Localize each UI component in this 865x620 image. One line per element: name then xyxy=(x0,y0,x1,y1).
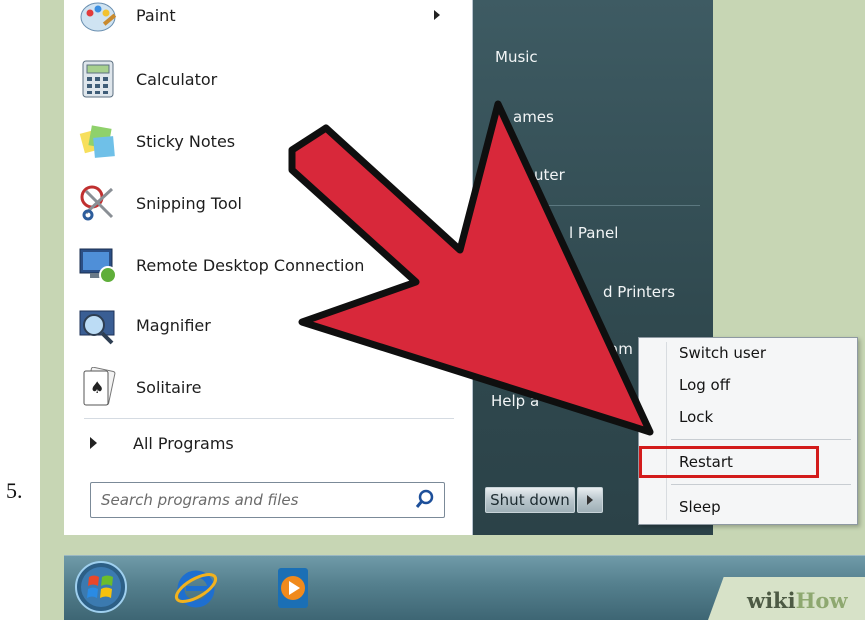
calculator-icon xyxy=(78,59,118,99)
divider xyxy=(671,484,851,485)
place-item-help[interactable]: Help a xyxy=(491,392,539,410)
snipping-tool-icon xyxy=(78,183,118,223)
program-item-remote-desktop[interactable]: Remote Desktop Connection xyxy=(78,236,458,294)
shutdown-button[interactable]: Shut down xyxy=(485,487,575,513)
program-item-sticky-notes[interactable]: Sticky Notes xyxy=(78,112,458,170)
place-item-music[interactable]: Music xyxy=(495,48,538,66)
program-label: Calculator xyxy=(136,69,218,89)
place-item-default-programs[interactable]: am xyxy=(609,340,633,358)
place-item-computer[interactable]: nputer xyxy=(515,166,565,184)
program-item-magnifier[interactable]: Magnifier xyxy=(78,296,458,354)
screenshot-frame: Paint Calculator Sticky Notes Snipping T… xyxy=(40,0,865,620)
divider xyxy=(485,205,700,206)
program-label: Remote Desktop Connection xyxy=(136,255,365,275)
chevron-right-icon xyxy=(434,10,440,20)
program-item-snipping-tool[interactable]: Snipping Tool xyxy=(78,174,458,232)
menu-item-lock[interactable]: Lock xyxy=(679,408,713,426)
program-item-solitaire[interactable]: ♠ Solitaire xyxy=(78,358,458,416)
menu-item-switch-user[interactable]: Switch user xyxy=(679,344,766,362)
wikihow-watermark: wikiHow xyxy=(747,588,848,613)
divider xyxy=(84,418,454,419)
menu-item-log-off[interactable]: Log off xyxy=(679,376,730,394)
menu-item-sleep[interactable]: Sleep xyxy=(679,498,721,516)
step-number: 5. xyxy=(6,478,23,503)
search-icon[interactable] xyxy=(412,487,438,513)
internet-explorer-icon[interactable] xyxy=(172,564,220,612)
solitaire-icon: ♠ xyxy=(78,366,118,407)
divider xyxy=(671,439,851,440)
windows-media-player-icon[interactable] xyxy=(272,566,314,610)
menu-item-restart[interactable]: Restart xyxy=(679,453,733,471)
menu-gutter xyxy=(666,342,667,520)
chevron-right-icon xyxy=(90,437,97,449)
program-label: Snipping Tool xyxy=(136,193,242,213)
paint-icon xyxy=(78,0,118,35)
power-options-menu: Switch user Log off Lock Restart Sleep xyxy=(638,337,858,525)
all-programs-label: All Programs xyxy=(133,433,234,453)
place-item-devices-printers[interactable]: d Printers xyxy=(603,283,675,301)
place-item-games[interactable]: ames xyxy=(513,108,554,126)
shutdown-options-button[interactable] xyxy=(577,487,603,513)
start-menu-programs-panel: Paint Calculator Sticky Notes Snipping T… xyxy=(64,0,473,535)
place-item-control-panel[interactable]: l Panel xyxy=(569,224,618,242)
svg-text:♠: ♠ xyxy=(90,378,104,397)
program-label: Magnifier xyxy=(136,315,211,335)
search-placeholder: Search programs and files xyxy=(101,491,299,509)
sticky-notes-icon xyxy=(78,121,118,161)
chevron-right-icon xyxy=(587,495,593,505)
remote-desktop-icon xyxy=(78,245,118,285)
search-input[interactable]: Search programs and files xyxy=(90,482,445,518)
program-label: Sticky Notes xyxy=(136,131,236,151)
program-item-calculator[interactable]: Calculator xyxy=(78,50,458,108)
all-programs-button[interactable]: All Programs xyxy=(86,428,386,458)
program-item-paint[interactable]: Paint xyxy=(78,0,458,44)
windows-start-orb-icon[interactable] xyxy=(74,560,128,614)
program-label: Paint xyxy=(136,5,176,25)
program-label: Solitaire xyxy=(136,377,202,397)
magnifier-icon xyxy=(78,305,118,345)
